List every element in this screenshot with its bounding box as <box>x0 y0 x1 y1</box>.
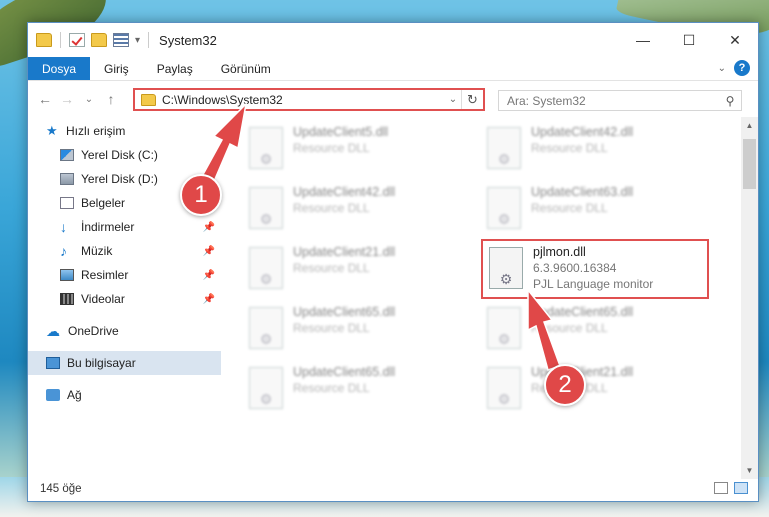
arrow-to-address-bar <box>198 101 248 188</box>
arrow-to-pjlmon-file <box>527 287 561 371</box>
callout-badge-1: 1 <box>180 174 222 216</box>
callout-badge-2: 2 <box>544 364 586 406</box>
annotation-arrows <box>198 101 561 371</box>
